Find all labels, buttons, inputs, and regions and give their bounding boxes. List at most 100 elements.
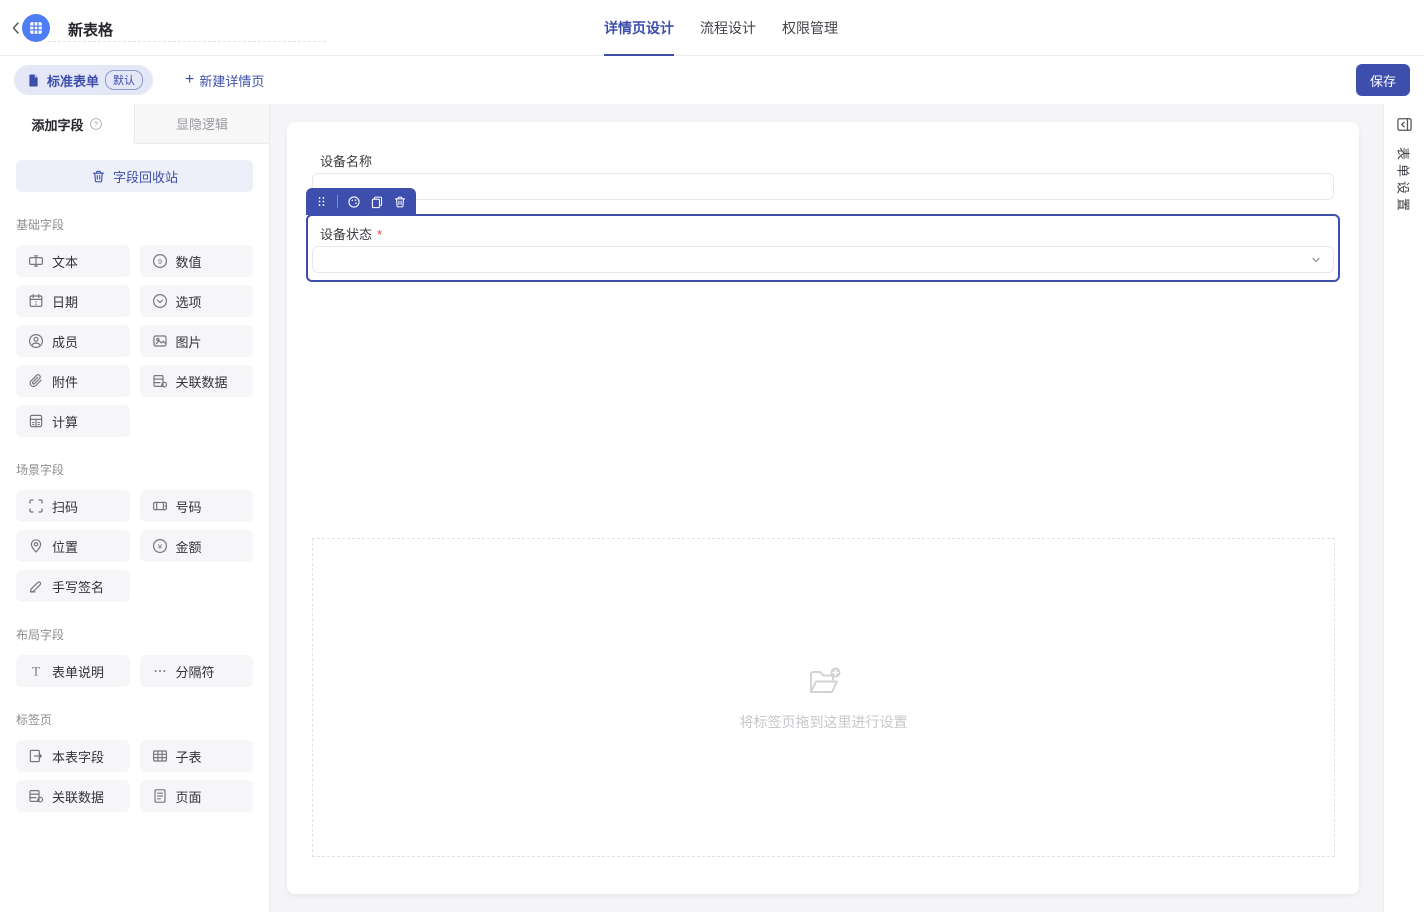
delete-icon[interactable]	[393, 195, 407, 209]
field-type-label: 金额	[176, 537, 202, 556]
sidebar-tabs: 添加字段 显隐逻辑	[0, 104, 269, 144]
member-icon	[28, 333, 44, 349]
field-type-linkdata[interactable]: 关联数据	[16, 780, 130, 812]
field-type-thisfields[interactable]: 本表字段	[16, 740, 130, 772]
drag-handle-icon[interactable]	[315, 195, 328, 208]
new-detail-page-label: 新建详情页	[199, 71, 264, 90]
tab-detail-page-design[interactable]: 详情页设计	[604, 0, 674, 56]
linkdata-icon	[152, 373, 168, 389]
field-type-divider[interactable]: 分隔符	[140, 655, 254, 687]
sign-icon	[28, 578, 44, 594]
save-button[interactable]: 保存	[1356, 64, 1410, 96]
field-type-attachment[interactable]: 附件	[16, 365, 130, 397]
field-type-location[interactable]: 位置	[16, 530, 130, 562]
field-type-label: 分隔符	[176, 662, 215, 681]
field-type-formdesc[interactable]: 表单说明	[16, 655, 130, 687]
sidebar-body: 字段回收站 基础字段 文本 数值 日期 选项 成员 图片 附件 关联数据	[0, 144, 269, 828]
field-sections: 基础字段 文本 数值 日期 选项 成员 图片 附件 关联数据 计算 场景字段	[16, 216, 253, 812]
select-input[interactable]	[312, 246, 1334, 273]
phone-icon	[152, 498, 168, 514]
copy-icon[interactable]	[370, 195, 384, 209]
field-type-label: 页面	[176, 787, 202, 806]
text-input[interactable]	[312, 173, 1334, 200]
field-type-option[interactable]: 选项	[140, 285, 254, 317]
new-detail-page-button[interactable]: + 新建详情页	[185, 71, 264, 90]
form-pill-label: 标准表单	[47, 71, 99, 90]
form-settings-strip: 表单设置	[1383, 104, 1424, 912]
tab-permission-management[interactable]: 权限管理	[782, 0, 838, 56]
date-icon	[28, 293, 44, 309]
trash-icon	[91, 169, 106, 184]
field-type-page[interactable]: 页面	[140, 780, 254, 812]
divider-icon	[152, 663, 168, 679]
field-type-member[interactable]: 成员	[16, 325, 130, 357]
tab-show-hide-logic[interactable]: 显隐逻辑	[134, 104, 269, 144]
field-type-label: 附件	[52, 372, 78, 391]
linkdata-icon	[28, 788, 44, 804]
field-type-label: 本表字段	[52, 747, 104, 766]
field-grid: 文本 数值 日期 选项 成员 图片 附件 关联数据 计算	[16, 245, 253, 437]
chevron-down-icon	[1309, 253, 1323, 267]
field-type-label: 子表	[176, 747, 202, 766]
tab-show-hide-logic-label: 显隐逻辑	[176, 114, 228, 133]
document-icon	[26, 73, 41, 88]
field-type-sign[interactable]: 手写签名	[16, 570, 130, 602]
field-type-label: 成员	[52, 332, 78, 351]
form-canvas: 设备名称 设备状态*	[287, 122, 1359, 894]
collapse-panel-icon[interactable]	[1396, 116, 1413, 133]
main-tabs: 详情页设计 流程设计 权限管理	[604, 0, 838, 56]
number-icon	[152, 253, 168, 269]
tab-add-field[interactable]: 添加字段	[0, 104, 134, 144]
help-icon[interactable]	[89, 117, 103, 131]
money-icon	[152, 538, 168, 554]
selected-field-toolbar	[306, 188, 416, 215]
field-grid: 本表字段 子表 关联数据 页面	[16, 740, 253, 812]
form-designer-app: 新表格 详情页设计 流程设计 权限管理 标准表单 默认 + 新建详情页 保存 添…	[0, 0, 1424, 912]
field-type-label: 关联数据	[52, 787, 104, 806]
subtable-icon	[152, 748, 168, 764]
recycle-bin-label: 字段回收站	[113, 167, 178, 186]
field-grid: 表单说明 分隔符	[16, 655, 253, 687]
dropzone-hint: 将标签页拖到这里进行设置	[740, 712, 908, 732]
scan-icon	[28, 498, 44, 514]
location-icon	[28, 538, 44, 554]
thisfields-icon	[28, 748, 44, 764]
form-settings-label[interactable]: 表单设置	[1395, 147, 1414, 215]
field-recycle-bin-button[interactable]: 字段回收站	[16, 160, 253, 192]
field-type-date[interactable]: 日期	[16, 285, 130, 317]
field-type-label: 数值	[176, 252, 202, 271]
field-type-label: 文本	[52, 252, 78, 271]
field-type-label: 关联数据	[176, 372, 228, 391]
field-section-title: 场景字段	[16, 461, 253, 478]
toolbar-divider	[337, 195, 338, 208]
field-type-calc[interactable]: 计算	[16, 405, 130, 437]
title-underline	[48, 41, 326, 42]
field-type-image[interactable]: 图片	[140, 325, 254, 357]
field-type-money[interactable]: 金额	[140, 530, 254, 562]
field-sidebar: 添加字段 显隐逻辑 字段回收站 基础字段 文本 数值 日期	[0, 104, 270, 912]
form-toolbar: 标准表单 默认 + 新建详情页 保存	[0, 56, 1424, 104]
text-icon	[28, 253, 44, 269]
field-device-status-selected[interactable]: 设备状态*	[306, 214, 1340, 282]
tab-dropzone[interactable]: 将标签页拖到这里进行设置	[312, 538, 1335, 857]
field-type-scan[interactable]: 扫码	[16, 490, 130, 522]
field-type-label: 日期	[52, 292, 78, 311]
field-type-label: 扫码	[52, 497, 78, 516]
field-type-phone[interactable]: 号码	[140, 490, 254, 522]
required-asterisk: *	[377, 227, 382, 242]
folder-plus-icon	[806, 664, 842, 700]
field-type-number[interactable]: 数值	[140, 245, 254, 277]
field-type-label: 选项	[176, 292, 202, 311]
formdesc-icon	[28, 663, 44, 679]
field-type-label: 表单说明	[52, 662, 104, 681]
field-type-linkdata[interactable]: 关联数据	[140, 365, 254, 397]
standard-form-pill[interactable]: 标准表单 默认	[14, 65, 153, 95]
palette-icon[interactable]	[347, 195, 361, 209]
tab-process-design[interactable]: 流程设计	[700, 0, 756, 56]
field-section-title: 布局字段	[16, 626, 253, 643]
field-type-subtable[interactable]: 子表	[140, 740, 254, 772]
image-icon	[152, 333, 168, 349]
page-icon	[152, 788, 168, 804]
calc-icon	[28, 413, 44, 429]
field-type-text[interactable]: 文本	[16, 245, 130, 277]
